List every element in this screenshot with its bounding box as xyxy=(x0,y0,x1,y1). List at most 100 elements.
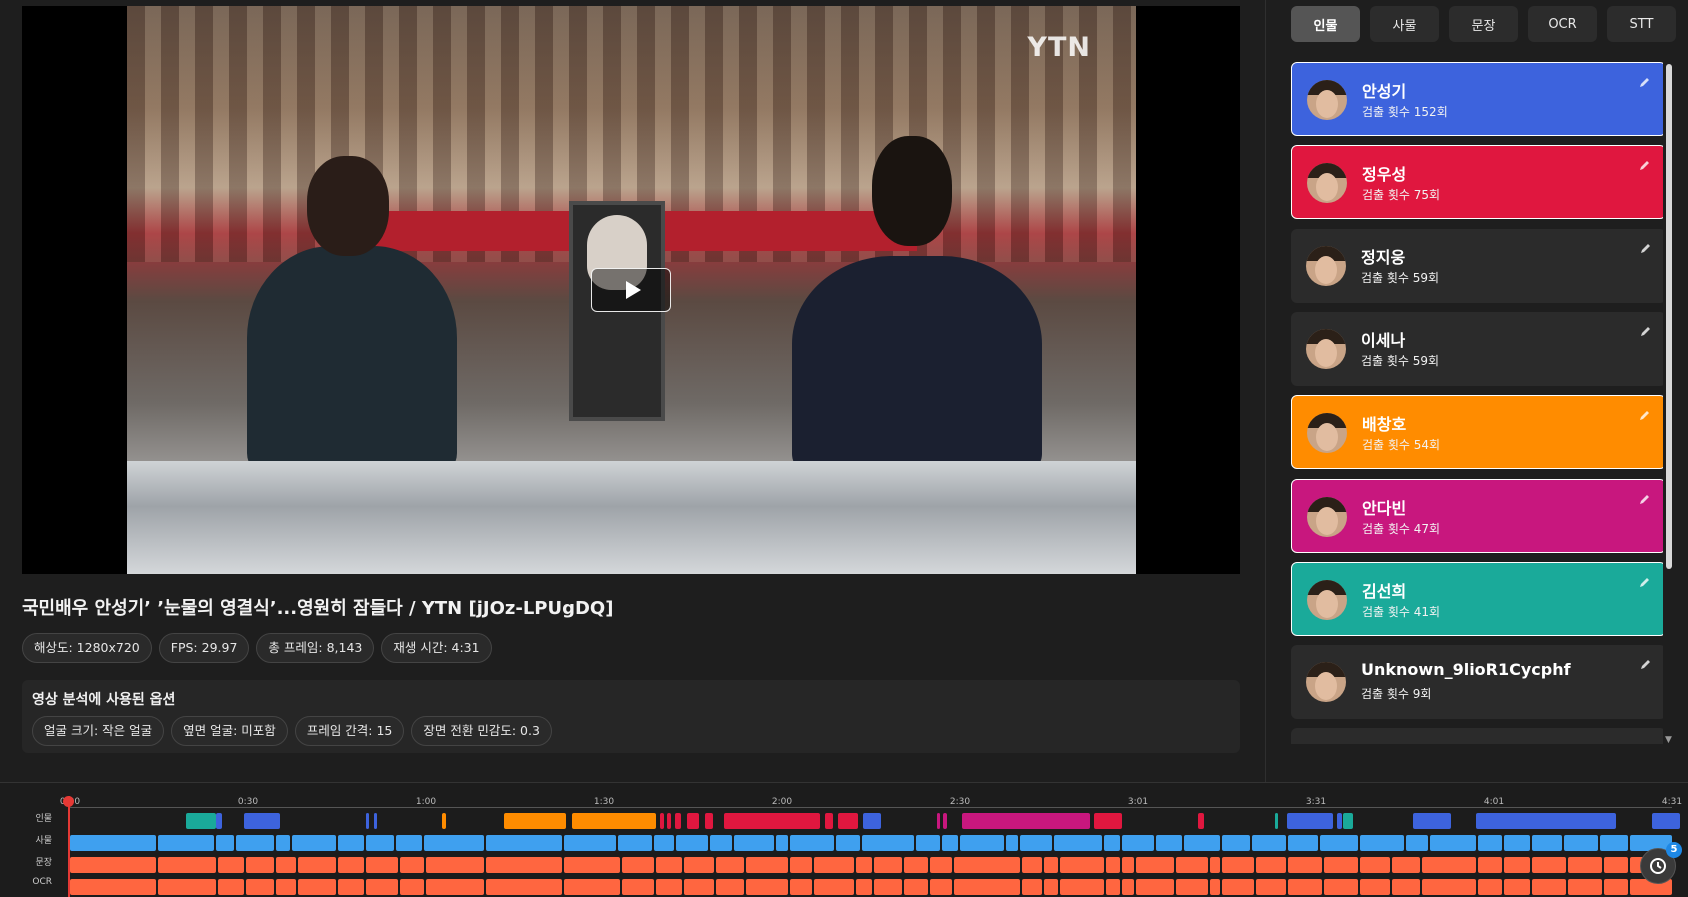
person-card[interactable]: Unknown_9lioR1Cycphf 검출 횟수 9회 xyxy=(1291,645,1663,720)
video-player[interactable]: YTN xyxy=(22,6,1240,574)
lane-sentence[interactable] xyxy=(70,857,1672,873)
pencil-icon[interactable] xyxy=(1639,76,1651,88)
timeline-segment[interactable] xyxy=(656,879,682,895)
pencil-icon[interactable] xyxy=(1639,576,1651,588)
timeline-segment[interactable] xyxy=(874,879,902,895)
timeline-segment[interactable] xyxy=(1106,857,1120,873)
timeline-segment[interactable] xyxy=(716,857,744,873)
timeline-segment[interactable] xyxy=(930,857,952,873)
timeline-segment[interactable] xyxy=(856,879,872,895)
timeline-segment[interactable] xyxy=(962,813,1090,829)
person-card[interactable]: 배창호 검출 횟수 54회 xyxy=(1291,395,1663,470)
timeline-segment[interactable] xyxy=(1504,879,1530,895)
timeline-segment[interactable] xyxy=(836,835,860,851)
timeline-segment[interactable] xyxy=(338,857,364,873)
timeline-segment[interactable] xyxy=(1324,879,1358,895)
timeline-segment[interactable] xyxy=(1392,857,1420,873)
timeline-segment[interactable] xyxy=(374,813,377,829)
timeline-segment[interactable] xyxy=(1413,813,1451,829)
timeline-segment[interactable] xyxy=(1094,813,1122,829)
timeline-segment[interactable] xyxy=(426,857,484,873)
timeline-segment[interactable] xyxy=(218,879,244,895)
timeline-segment[interactable] xyxy=(1652,813,1680,829)
timeline-segment[interactable] xyxy=(564,857,620,873)
pencil-icon[interactable] xyxy=(1639,493,1651,505)
timeline-segment[interactable] xyxy=(158,857,216,873)
tab-sentence[interactable]: 문장 xyxy=(1449,6,1518,42)
playhead-handle[interactable] xyxy=(63,796,74,807)
timeline-segment[interactable] xyxy=(564,879,620,895)
timeline-segment[interactable] xyxy=(442,813,446,829)
timeline-segment[interactable] xyxy=(1476,813,1616,829)
timeline-segment[interactable] xyxy=(656,857,682,873)
play-button[interactable] xyxy=(591,268,671,312)
timeline-segment[interactable] xyxy=(246,879,274,895)
timeline-segment[interactable] xyxy=(1430,835,1476,851)
timeline-segment[interactable] xyxy=(1022,857,1042,873)
timeline-segment[interactable] xyxy=(1504,835,1530,851)
person-card[interactable] xyxy=(1291,728,1663,744)
timeline-segment[interactable] xyxy=(1360,835,1404,851)
timeline-segment[interactable] xyxy=(1532,835,1562,851)
timeline-segment[interactable] xyxy=(276,835,290,851)
timeline-segment[interactable] xyxy=(366,813,369,829)
timeline-segment[interactable] xyxy=(904,879,928,895)
timeline-segment[interactable] xyxy=(684,857,714,873)
person-card[interactable]: 안성기 검출 횟수 152회 xyxy=(1291,62,1663,136)
timeline-segment[interactable] xyxy=(705,813,713,829)
timeline-segment[interactable] xyxy=(660,813,664,829)
timeline-segment[interactable] xyxy=(186,813,216,829)
timeline-segment[interactable] xyxy=(942,835,958,851)
pencil-icon[interactable] xyxy=(1640,325,1652,337)
timeline-segment[interactable] xyxy=(70,835,156,851)
timeline-segment[interactable] xyxy=(954,857,1020,873)
timeline-segment[interactable] xyxy=(1422,857,1476,873)
timeline-segment[interactable] xyxy=(1320,835,1358,851)
person-list-scrollbar[interactable] xyxy=(1666,64,1672,569)
timeline-segment[interactable] xyxy=(654,835,674,851)
playhead[interactable] xyxy=(68,796,70,897)
timeline-segment[interactable] xyxy=(1532,857,1566,873)
timeline-segment[interactable] xyxy=(158,879,216,895)
timeline-segment[interactable] xyxy=(675,813,681,829)
timeline-segment[interactable] xyxy=(1324,857,1358,873)
pencil-icon[interactable] xyxy=(1640,242,1652,254)
timeline-segment[interactable] xyxy=(424,835,484,851)
tab-object[interactable]: 사물 xyxy=(1370,6,1439,42)
timeline-segment[interactable] xyxy=(943,813,947,829)
person-card[interactable]: 안다빈 검출 횟수 47회 xyxy=(1291,478,1663,553)
timeline-segment[interactable] xyxy=(954,879,1020,895)
timeline-segment[interactable] xyxy=(396,835,422,851)
timeline-segment[interactable] xyxy=(486,879,562,895)
person-card[interactable]: 정우성 검출 횟수 75회 xyxy=(1291,145,1663,220)
timeline-segment[interactable] xyxy=(1176,857,1208,873)
timeline-segment[interactable] xyxy=(1256,857,1286,873)
timeline-segment[interactable] xyxy=(1006,835,1018,851)
tab-person[interactable]: 인물 xyxy=(1291,6,1360,42)
timeline-segment[interactable] xyxy=(776,835,788,851)
timeline-segment[interactable] xyxy=(1122,879,1134,895)
timeline-segment[interactable] xyxy=(622,857,654,873)
timeline-segment[interactable] xyxy=(1406,835,1428,851)
timeline-segment[interactable] xyxy=(790,879,812,895)
timeline-segment[interactable] xyxy=(70,857,156,873)
timeline-segment[interactable] xyxy=(1020,835,1052,851)
timeline-segment[interactable] xyxy=(70,879,156,895)
timeline-segment[interactable] xyxy=(1136,857,1174,873)
timeline-segment[interactable] xyxy=(1156,835,1182,851)
tab-stt[interactable]: STT xyxy=(1607,6,1676,42)
timeline-segment[interactable] xyxy=(1060,857,1104,873)
timeline-segment[interactable] xyxy=(216,835,234,851)
timeline-segment[interactable] xyxy=(622,879,654,895)
timeline-segment[interactable] xyxy=(1222,879,1254,895)
timeline-segment[interactable] xyxy=(1337,813,1342,829)
timeline-segment[interactable] xyxy=(244,813,280,829)
timeline-segment[interactable] xyxy=(1184,835,1220,851)
timeline-segment[interactable] xyxy=(1104,835,1120,851)
timeline-segment[interactable] xyxy=(1360,879,1390,895)
timeline-segment[interactable] xyxy=(1360,857,1390,873)
timeline-segment[interactable] xyxy=(1504,857,1530,873)
timeline-segment[interactable] xyxy=(734,835,774,851)
timeline-segment[interactable] xyxy=(276,857,296,873)
timeline-segment[interactable] xyxy=(1176,879,1208,895)
